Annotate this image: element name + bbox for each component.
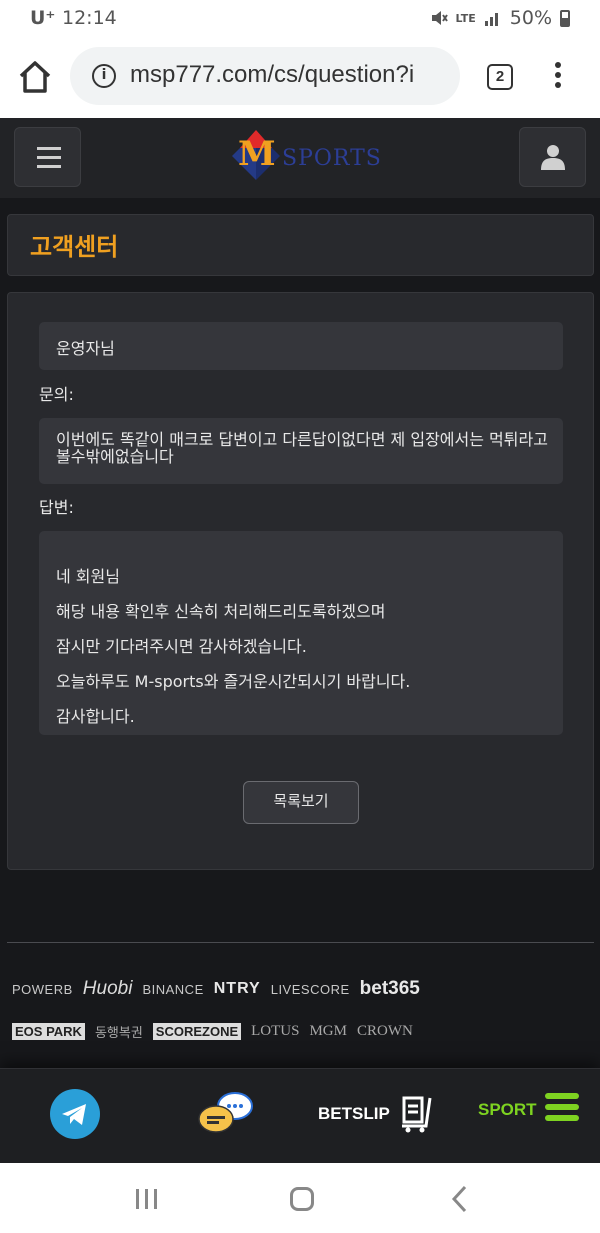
sport-menu-icon bbox=[544, 1093, 579, 1126]
page-title-panel: 고객센터 bbox=[7, 214, 594, 276]
site-header: M SPORTS bbox=[0, 118, 600, 198]
answer-line: 감사합니다. bbox=[56, 707, 135, 726]
question-label: 문의: bbox=[39, 385, 74, 404]
partner-logo-lotus: LOTUS bbox=[251, 1023, 300, 1039]
status-bar: U⁺ 12:14 LTE 50% bbox=[0, 0, 600, 36]
answer-line: 네 회원님 bbox=[56, 567, 120, 586]
home-button-icon[interactable] bbox=[290, 1187, 314, 1211]
betslip-icon bbox=[401, 1096, 432, 1133]
subject-text: 운영자님 bbox=[56, 339, 115, 358]
telegram-icon[interactable] bbox=[50, 1089, 100, 1139]
status-icons: LTE 50% bbox=[430, 7, 570, 29]
partner-logo-binance: BINANCE bbox=[142, 981, 204, 997]
back-icon[interactable] bbox=[450, 1185, 470, 1213]
browser-toolbar: i msp777.com/cs/question?i 2 bbox=[0, 36, 600, 118]
partner-logo-donghaeng: 동행복권 bbox=[94, 1026, 143, 1041]
network-type: LTE bbox=[455, 11, 476, 25]
menu-button[interactable] bbox=[14, 127, 81, 187]
home-icon[interactable] bbox=[16, 58, 54, 96]
overflow-menu-icon[interactable] bbox=[551, 62, 565, 94]
question-box: 이번에도 똑같이 매크로 답변이고 다른답이없다면 제 입장에서는 먹튀라고볼수… bbox=[39, 418, 563, 484]
partner-logo-eospark: EOS PARK bbox=[12, 1023, 85, 1040]
partner-logo-scorezone: SCOREZONE bbox=[152, 1023, 242, 1040]
partner-logo-mgm: MGM bbox=[309, 1023, 347, 1039]
answer-line: 해당 내용 확인후 신속히 처리해드리도록하겠으며 bbox=[56, 602, 386, 621]
partner-logo-powerball: POWERB bbox=[12, 981, 73, 997]
signal-icon bbox=[484, 13, 498, 26]
hamburger-icon bbox=[37, 147, 61, 150]
partner-logo-crown: CROWN bbox=[356, 1023, 413, 1039]
answer-line: 잠시만 기다려주시면 감사하겠습니다. bbox=[56, 637, 307, 656]
answer-label: 답변: bbox=[39, 498, 74, 517]
answer-line: 오늘하루도 M-sports와 즐거운시간되시기 바랍니다. bbox=[56, 672, 411, 691]
carrier-label: U⁺ bbox=[30, 7, 56, 29]
sport-menu-button[interactable]: SPORT bbox=[478, 1093, 579, 1126]
logo-text: SPORTS bbox=[282, 146, 382, 171]
address-bar[interactable]: i msp777.com/cs/question?i bbox=[70, 47, 460, 105]
mute-icon bbox=[431, 11, 448, 25]
partner-logo-livescore: LIVESCORE bbox=[270, 981, 350, 997]
info-icon[interactable]: i bbox=[92, 64, 116, 88]
chat-icon[interactable] bbox=[195, 1089, 255, 1139]
battery-percent: 50% bbox=[509, 7, 552, 29]
partner-logos: POWERB Huobi BINANCE NTRY LIVESCORE bet3… bbox=[0, 978, 600, 1041]
site-viewport: M SPORTS 고객센터 운영자님 문의: 이번에도 똑같이 매크로 답변이고… bbox=[0, 118, 600, 1163]
user-icon bbox=[541, 145, 565, 170]
clock: 12:14 bbox=[62, 7, 117, 29]
partner-row: EOS PARK 동행복권 SCOREZONE LOTUS MGM CROWN bbox=[0, 1022, 600, 1041]
page-title: 고객센터 bbox=[30, 233, 119, 261]
user-button[interactable] bbox=[519, 127, 586, 187]
subject-box: 운영자님 bbox=[39, 322, 563, 370]
partner-row: POWERB Huobi BINANCE NTRY LIVESCORE bet3… bbox=[0, 978, 600, 1000]
recent-apps-icon[interactable] bbox=[136, 1189, 158, 1209]
betslip-label: BETSLIP bbox=[318, 1104, 390, 1123]
back-to-list-button[interactable]: 목록보기 bbox=[243, 781, 359, 824]
tab-switcher-button[interactable]: 2 bbox=[487, 64, 513, 90]
logo-letter: M bbox=[238, 134, 276, 174]
sport-label: SPORT bbox=[478, 1099, 537, 1119]
footer-divider bbox=[7, 942, 594, 943]
answer-text: 네 회원님 해당 내용 확인후 신속히 처리해드리도록하겠으며 잠시만 기다려주… bbox=[56, 559, 410, 734]
question-text: 이번에도 똑같이 매크로 답변이고 다른답이없다면 제 입장에서는 먹튀라고볼수… bbox=[56, 430, 548, 466]
partner-logo-ntry: NTRY bbox=[213, 980, 261, 997]
partner-logo-bet365: bet365 bbox=[359, 978, 420, 999]
inquiry-panel: 운영자님 문의: 이번에도 똑같이 매크로 답변이고 다른답이없다면 제 입장에… bbox=[7, 292, 594, 870]
answer-box: 네 회원님 해당 내용 확인후 신속히 처리해드리도록하겠으며 잠시만 기다려주… bbox=[39, 531, 563, 735]
site-logo[interactable]: M SPORTS bbox=[228, 128, 381, 184]
partner-logo-huobi: Huobi bbox=[82, 978, 133, 999]
battery-icon bbox=[560, 9, 570, 27]
betslip-button[interactable]: BETSLIP bbox=[318, 1094, 434, 1134]
bottom-nav: BETSLIP SPORT bbox=[0, 1068, 600, 1163]
system-nav-bar bbox=[0, 1163, 600, 1233]
url-text[interactable]: msp777.com/cs/question?i bbox=[130, 61, 450, 89]
